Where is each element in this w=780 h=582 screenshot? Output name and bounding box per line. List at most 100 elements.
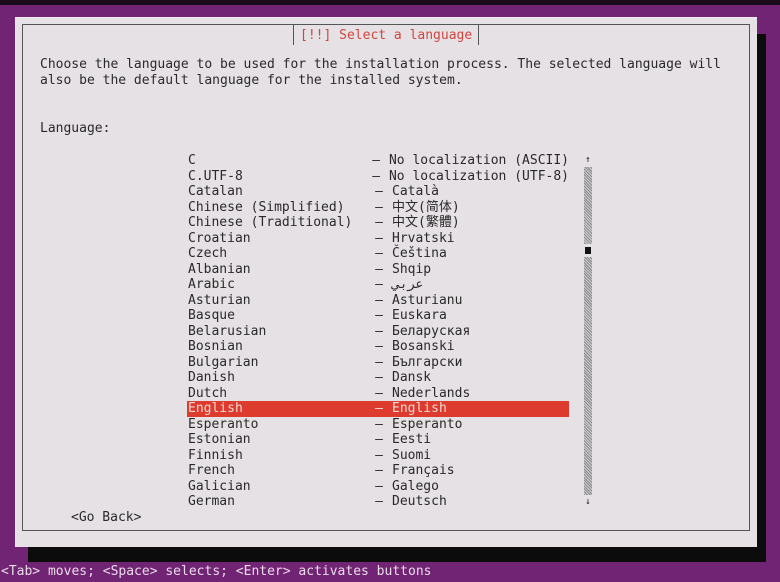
language-native-name: Asturianu [392, 292, 463, 308]
language-option[interactable]: Danish – Dansk [187, 370, 569, 386]
language-name: C.UTF-8 [188, 168, 243, 184]
separator: – [375, 385, 383, 401]
language-option[interactable]: Esperanto – Esperanto [187, 417, 569, 433]
language-name: Dutch [188, 385, 228, 401]
separator: – [375, 215, 383, 230]
language-option[interactable]: Basque – Euskara [187, 308, 569, 324]
language-option[interactable]: Czech – Čeština [187, 246, 569, 262]
scrollbar-thumb[interactable] [585, 247, 591, 255]
language-name: French [188, 463, 235, 478]
language-name: C [188, 153, 196, 168]
separator: – [375, 323, 383, 339]
language-native-name: Hrvatski [392, 230, 455, 246]
language-native-name: Català [392, 184, 439, 199]
language-name: Chinese (Simplified) [188, 199, 345, 215]
dialog-title-bar: [!!] Select a language [293, 25, 480, 45]
separator: – [375, 184, 383, 199]
language-name: Estonian [188, 432, 251, 447]
language-native-name: Eesti [392, 432, 432, 447]
go-back-button[interactable]: <Go Back> [71, 510, 141, 525]
language-native-name: English [392, 401, 447, 416]
language-option[interactable]: Bosnian – Bosanski [187, 339, 569, 355]
language-name: Belarusian [188, 323, 267, 339]
scrollbar-track[interactable] [584, 167, 592, 495]
language-native-name: Български [392, 354, 463, 370]
dialog-description: Choose the language to be used for the i… [40, 57, 721, 88]
language-option[interactable]: Albanian – Shqip [187, 262, 569, 278]
scroll-down-icon[interactable]: ↓ [582, 495, 594, 509]
language-label: Language: [40, 121, 111, 136]
separator: – [375, 277, 383, 292]
separator: – [375, 401, 383, 416]
language-name: English [188, 401, 243, 416]
language-option[interactable]: Bulgarian – Български [187, 355, 569, 371]
language-native-name: Esperanto [392, 416, 463, 432]
language-native-name: Français [392, 463, 455, 478]
scrollbar[interactable]: ↑ ↓ [582, 153, 594, 509]
separator: – [375, 447, 383, 463]
separator: – [375, 463, 383, 478]
separator: – [375, 199, 383, 215]
language-option[interactable]: Finnish – Suomi [187, 448, 569, 464]
language-name: Galician [188, 478, 251, 494]
language-native-name: No localization (ASCII) [388, 153, 569, 168]
language-option[interactable]: Galician – Galego [187, 479, 569, 495]
language-native-name: Shqip [392, 261, 432, 277]
language-list[interactable]: C – No localization (ASCII) C.UTF-8– No loca… [187, 153, 569, 510]
separator: – [375, 339, 383, 354]
language-name: Asturian [188, 292, 251, 308]
language-native-name: Беларуская [392, 323, 471, 339]
separator: – [375, 230, 383, 246]
separator: – [375, 246, 383, 261]
top-strip [0, 0, 780, 5]
language-native-name: Dansk [392, 370, 432, 385]
language-option-selected[interactable]: English – English [187, 401, 569, 417]
language-option[interactable]: German – Deutsch [187, 494, 569, 510]
language-name: Croatian [188, 230, 251, 246]
language-native-name: 中文(简体) [392, 199, 460, 215]
dialog-frame: [!!] Select a language Choose the langua… [22, 24, 750, 531]
scroll-up-icon[interactable]: ↑ [582, 153, 594, 167]
language-name: Arabic [188, 277, 235, 292]
separator: – [375, 432, 383, 447]
language-option[interactable]: Croatian – Hrvatski [187, 231, 569, 247]
language-native-name: Galego [392, 478, 439, 494]
language-native-name: Suomi [392, 447, 432, 463]
language-option[interactable]: C.UTF-8 – No localization (UTF-8) [187, 169, 569, 185]
language-name: Danish [188, 370, 235, 385]
language-native-name: Bosanski [392, 339, 455, 354]
separator: – [372, 153, 381, 168]
language-option[interactable]: Arabic – عربي [187, 277, 569, 293]
dialog-title: [!!] Select a language [300, 27, 473, 43]
language-option[interactable]: French – Français [187, 463, 569, 479]
language-native-name: Euskara [392, 308, 447, 323]
language-option[interactable]: Estonian – Eesti [187, 432, 569, 448]
language-native-name: 中文(繁體) [392, 215, 460, 230]
language-name: Czech [188, 246, 228, 261]
language-option[interactable]: Asturian – Asturianu [187, 293, 569, 309]
separator: – [375, 354, 383, 370]
language-name: Finnish [188, 447, 243, 463]
status-bar-hint: <Tab> moves; <Space> selects; <Enter> ac… [1, 564, 432, 579]
separator: – [375, 478, 383, 494]
language-option[interactable]: Belarusian – Беларуская [187, 324, 569, 340]
language-option[interactable]: Catalan – Català [187, 184, 569, 200]
language-name: Bosnian [188, 339, 243, 354]
language-native-name: Čeština [392, 246, 447, 261]
language-option[interactable]: Chinese (Traditional) – 中文(繁體) [187, 215, 569, 231]
language-native-name: Deutsch [392, 494, 447, 509]
language-name: Esperanto [188, 416, 259, 432]
separator: – [375, 416, 383, 432]
language-name: Chinese (Traditional) [188, 215, 353, 230]
separator: – [372, 168, 381, 184]
separator: – [375, 308, 383, 323]
language-option[interactable]: C – No localization (ASCII) [187, 153, 569, 169]
language-option[interactable]: Dutch – Nederlands [187, 386, 569, 402]
language-native-name: Nederlands [392, 385, 471, 401]
language-option[interactable]: Chinese (Simplified) – 中文(简体) [187, 200, 569, 216]
separator: – [375, 370, 383, 385]
language-dialog: [!!] Select a language Choose the langua… [15, 17, 757, 547]
separator: – [375, 261, 383, 277]
language-name: Catalan [188, 184, 243, 199]
language-native-name: No localization (UTF-8) [388, 168, 569, 184]
